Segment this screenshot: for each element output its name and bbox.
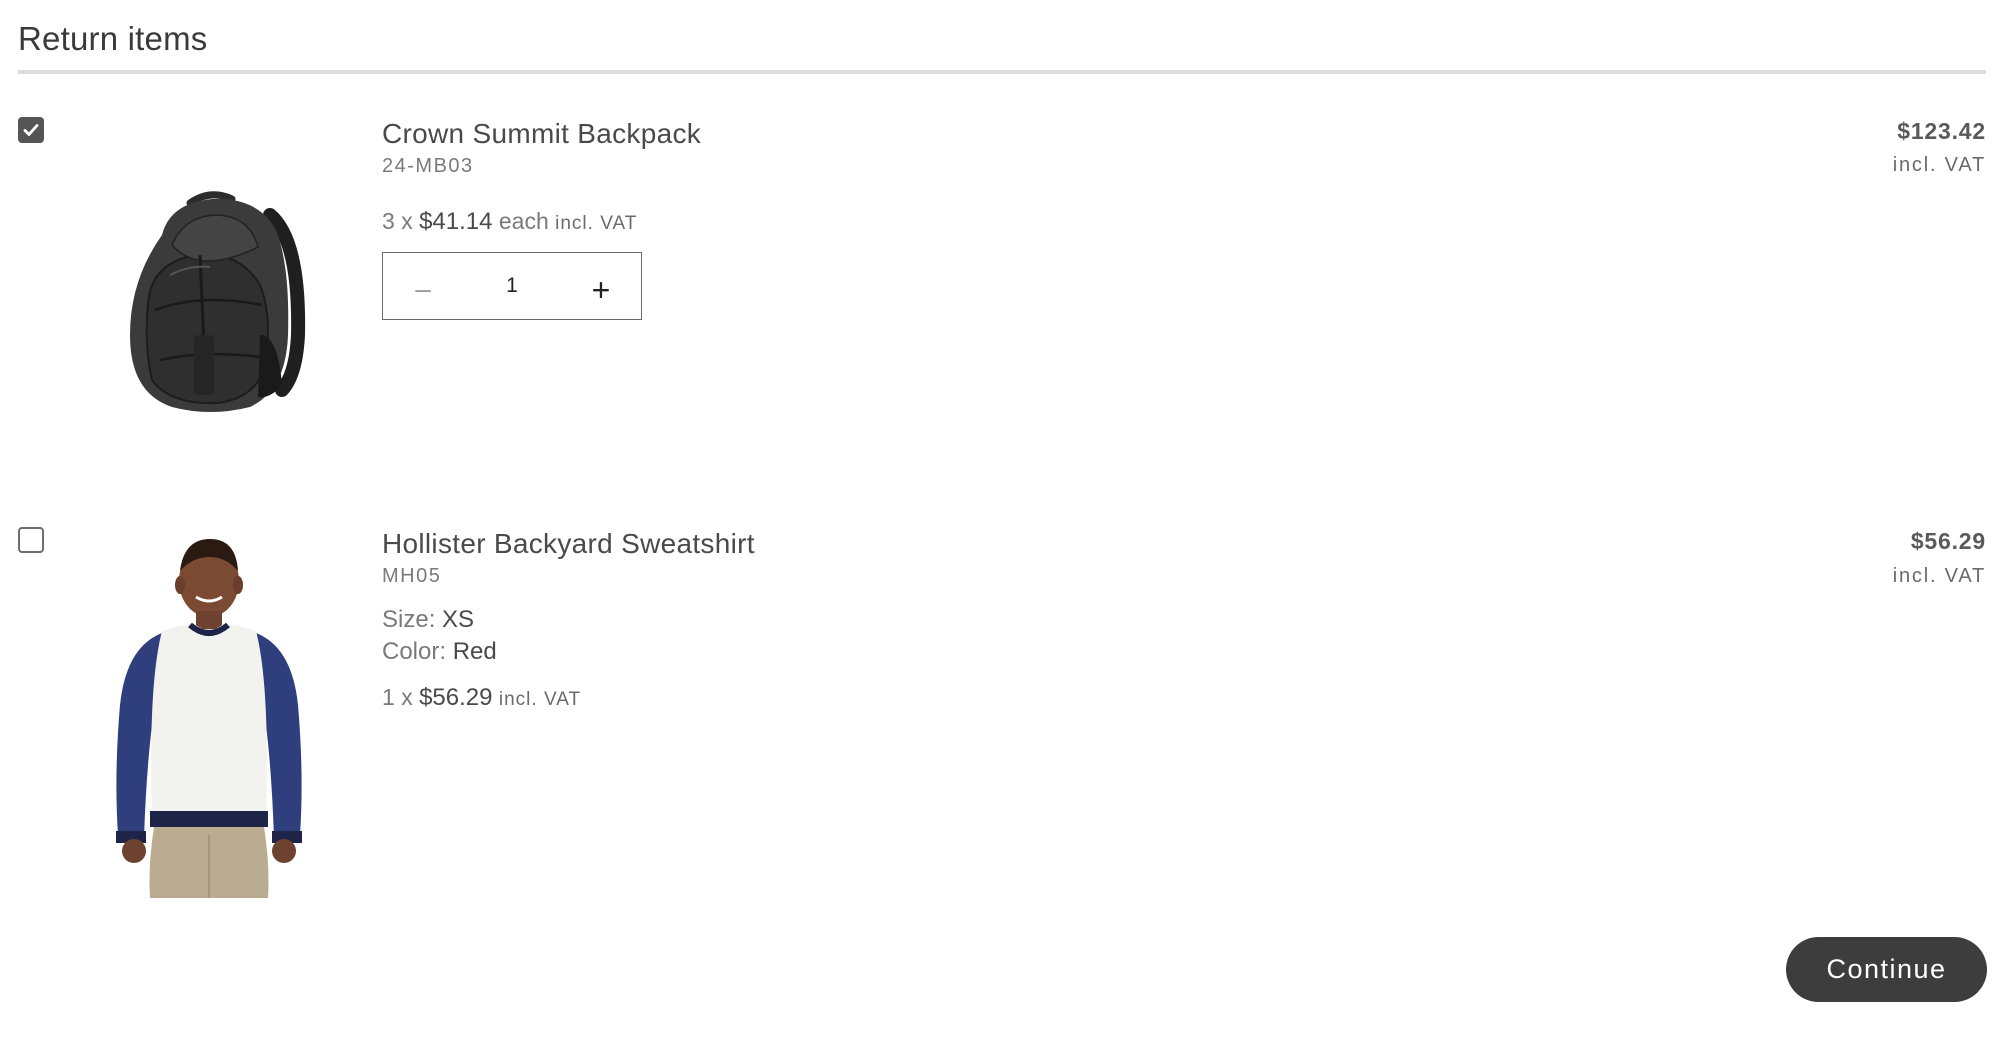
vat-label: incl. VAT <box>555 213 638 234</box>
vat-label: incl. VAT <box>498 689 582 710</box>
size-value: XS <box>442 606 475 633</box>
item-sku: 24-MB03 <box>382 155 474 177</box>
item-total-vat-label: incl. VAT <box>1892 565 1986 587</box>
item-total-price: $123.42 <box>1897 118 1986 144</box>
quantity-input[interactable] <box>463 253 561 318</box>
plus-icon: + <box>591 271 611 308</box>
quantity-ordered: 3 <box>382 208 395 234</box>
color-label: Color: <box>382 638 447 665</box>
quantity-separator: x <box>401 684 413 710</box>
item-select-checkbox[interactable] <box>18 527 44 553</box>
item-total-vat-label: incl. VAT <box>1892 154 1986 176</box>
decrease-quantity-button[interactable]: – <box>383 253 463 318</box>
item-size: Size: XS <box>382 606 474 634</box>
size-label: Size: <box>382 606 436 633</box>
item-sku: MH05 <box>382 565 442 587</box>
each-label: each <box>498 208 549 234</box>
minus-icon: – <box>415 272 431 304</box>
backpack-image <box>130 191 306 412</box>
item-name: Crown Summit Backpack <box>382 118 702 149</box>
color-value: Red <box>452 638 497 665</box>
item-total-price: $56.29 <box>1910 528 1986 554</box>
quantity-separator: x <box>401 208 413 234</box>
quantity-ordered: 1 <box>382 684 395 710</box>
item-name: Hollister Backyard Sweatshirt <box>382 528 755 559</box>
item-select-checkbox[interactable] <box>18 117 44 143</box>
unit-price: $56.29 <box>419 684 493 711</box>
continue-button[interactable]: Continue <box>1786 937 1987 1002</box>
unit-price: $41.14 <box>419 208 493 235</box>
item-unit-price-line: 1 x $56.29 incl. VAT <box>382 684 581 712</box>
page-title: Return items <box>18 20 208 57</box>
item-color: Color: Red <box>382 638 497 666</box>
increase-quantity-button[interactable]: + <box>561 253 641 318</box>
quantity-stepper[interactable]: – + <box>382 252 642 320</box>
title-divider <box>18 70 1986 74</box>
item-unit-price-line: 3 x $41.14 each incl. VAT <box>382 208 637 236</box>
sweatshirt-image <box>116 539 302 898</box>
checkmark-icon <box>23 124 39 136</box>
